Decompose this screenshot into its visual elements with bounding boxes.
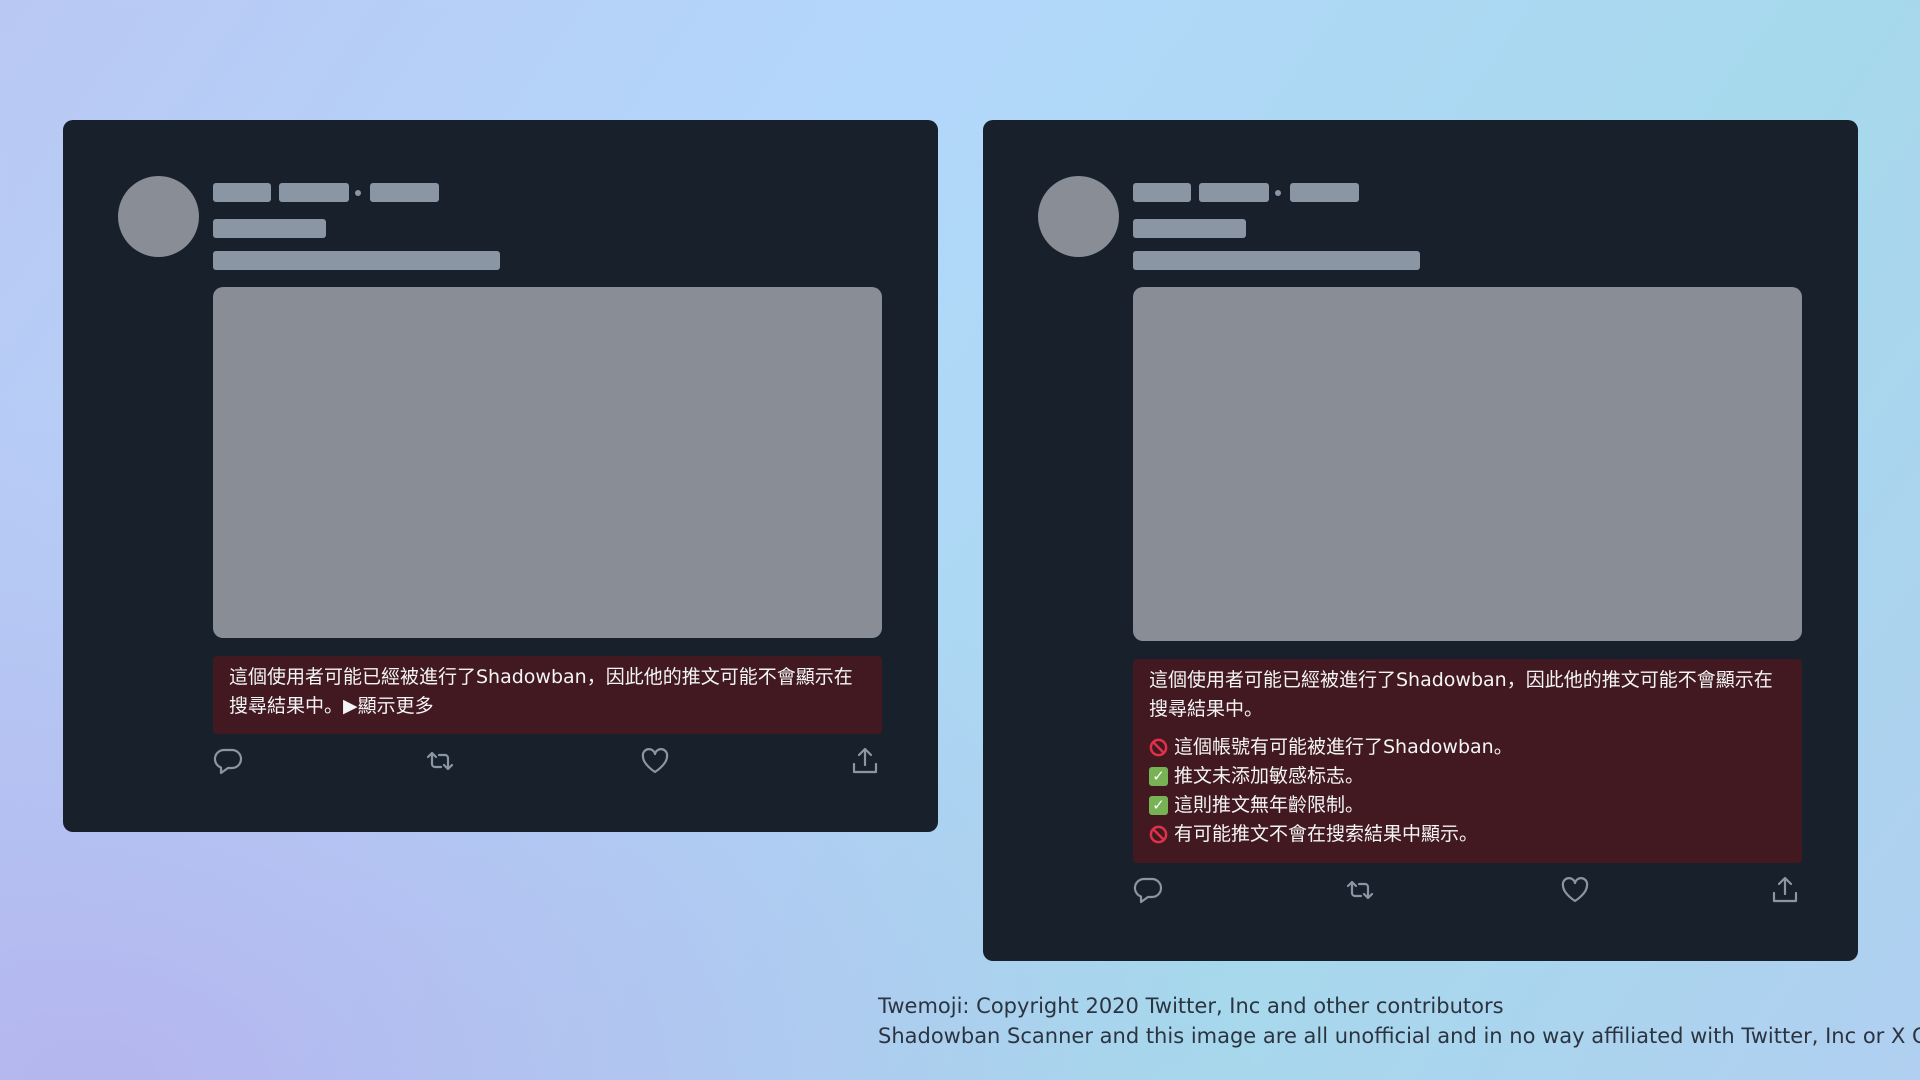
tweet-card-expanded: 這個使用者可能已經被進行了Shadowban，因此他的推文可能不會顯示在搜尋結果… [983, 120, 1858, 961]
retweet-icon[interactable] [1345, 875, 1377, 907]
share-icon[interactable] [850, 746, 882, 778]
notice-text: 這個使用者可能已經被進行了Shadowban，因此他的推文可能不會顯示在搜尋結果… [229, 666, 853, 717]
footer-line: Twemoji: Copyright 2020 Twitter, Inc and… [878, 994, 1504, 1018]
avatar [118, 176, 199, 257]
check-item: 有可能推文不會在搜索結果中顯示。 [1149, 820, 1787, 849]
footer-line: Shadowban Scanner and this image are all… [878, 1024, 1920, 1048]
footer-credits: Twemoji: Copyright 2020 Twitter, Inc and… [878, 991, 1920, 1051]
check-text: 這則推文無年齡限制。 [1174, 794, 1365, 816]
check-item: ✓ 推文未添加敏感标志。 [1149, 762, 1787, 791]
check-item: 這個帳號有可能被進行了Shadowban。 [1149, 733, 1787, 762]
check-text: 這個帳號有可能被進行了Shadowban。 [1174, 736, 1513, 758]
check-text: 推文未添加敏感标志。 [1174, 765, 1365, 787]
display-name-placeholder [213, 183, 271, 202]
no-entry-icon [1149, 825, 1168, 844]
media-placeholder [213, 287, 882, 638]
text-line-placeholder [213, 219, 326, 238]
like-icon[interactable] [1560, 875, 1592, 907]
avatar [1038, 176, 1119, 257]
like-icon[interactable] [640, 746, 672, 778]
media-placeholder [1133, 287, 1802, 641]
display-name-placeholder [1133, 183, 1191, 202]
reply-icon[interactable] [213, 746, 245, 778]
show-more-link[interactable]: ▶顯示更多 [343, 695, 434, 717]
separator-dot [355, 190, 361, 196]
check-text: 有可能推文不會在搜索結果中顯示。 [1174, 823, 1479, 845]
share-icon[interactable] [1770, 875, 1802, 907]
text-line-placeholder [1133, 251, 1420, 270]
tweet-actions [213, 746, 882, 780]
shadowban-notice: 這個使用者可能已經被進行了Shadowban，因此他的推文可能不會顯示在搜尋結果… [213, 656, 882, 734]
check-mark-icon: ✓ [1149, 796, 1168, 815]
notice-text: 這個使用者可能已經被進行了Shadowban，因此他的推文可能不會顯示在搜尋結果… [1149, 669, 1773, 720]
text-line-placeholder [1133, 219, 1246, 238]
no-entry-icon [1149, 738, 1168, 757]
text-line-placeholder [213, 251, 500, 270]
timestamp-placeholder [370, 183, 439, 202]
timestamp-placeholder [1290, 183, 1359, 202]
check-mark-icon: ✓ [1149, 767, 1168, 786]
tweet-card-collapsed: 這個使用者可能已經被進行了Shadowban，因此他的推文可能不會顯示在搜尋結果… [63, 120, 938, 832]
retweet-icon[interactable] [425, 746, 457, 778]
username-placeholder [1199, 183, 1269, 202]
check-item: ✓ 這則推文無年齡限制。 [1149, 791, 1787, 820]
shadowban-notice-expanded: 這個使用者可能已經被進行了Shadowban，因此他的推文可能不會顯示在搜尋結果… [1133, 659, 1802, 863]
separator-dot [1275, 190, 1281, 196]
username-placeholder [279, 183, 349, 202]
check-list: 這個帳號有可能被進行了Shadowban。 ✓ 推文未添加敏感标志。 ✓ 這則推… [1149, 733, 1787, 849]
tweet-actions [1133, 875, 1802, 909]
reply-icon[interactable] [1133, 875, 1165, 907]
